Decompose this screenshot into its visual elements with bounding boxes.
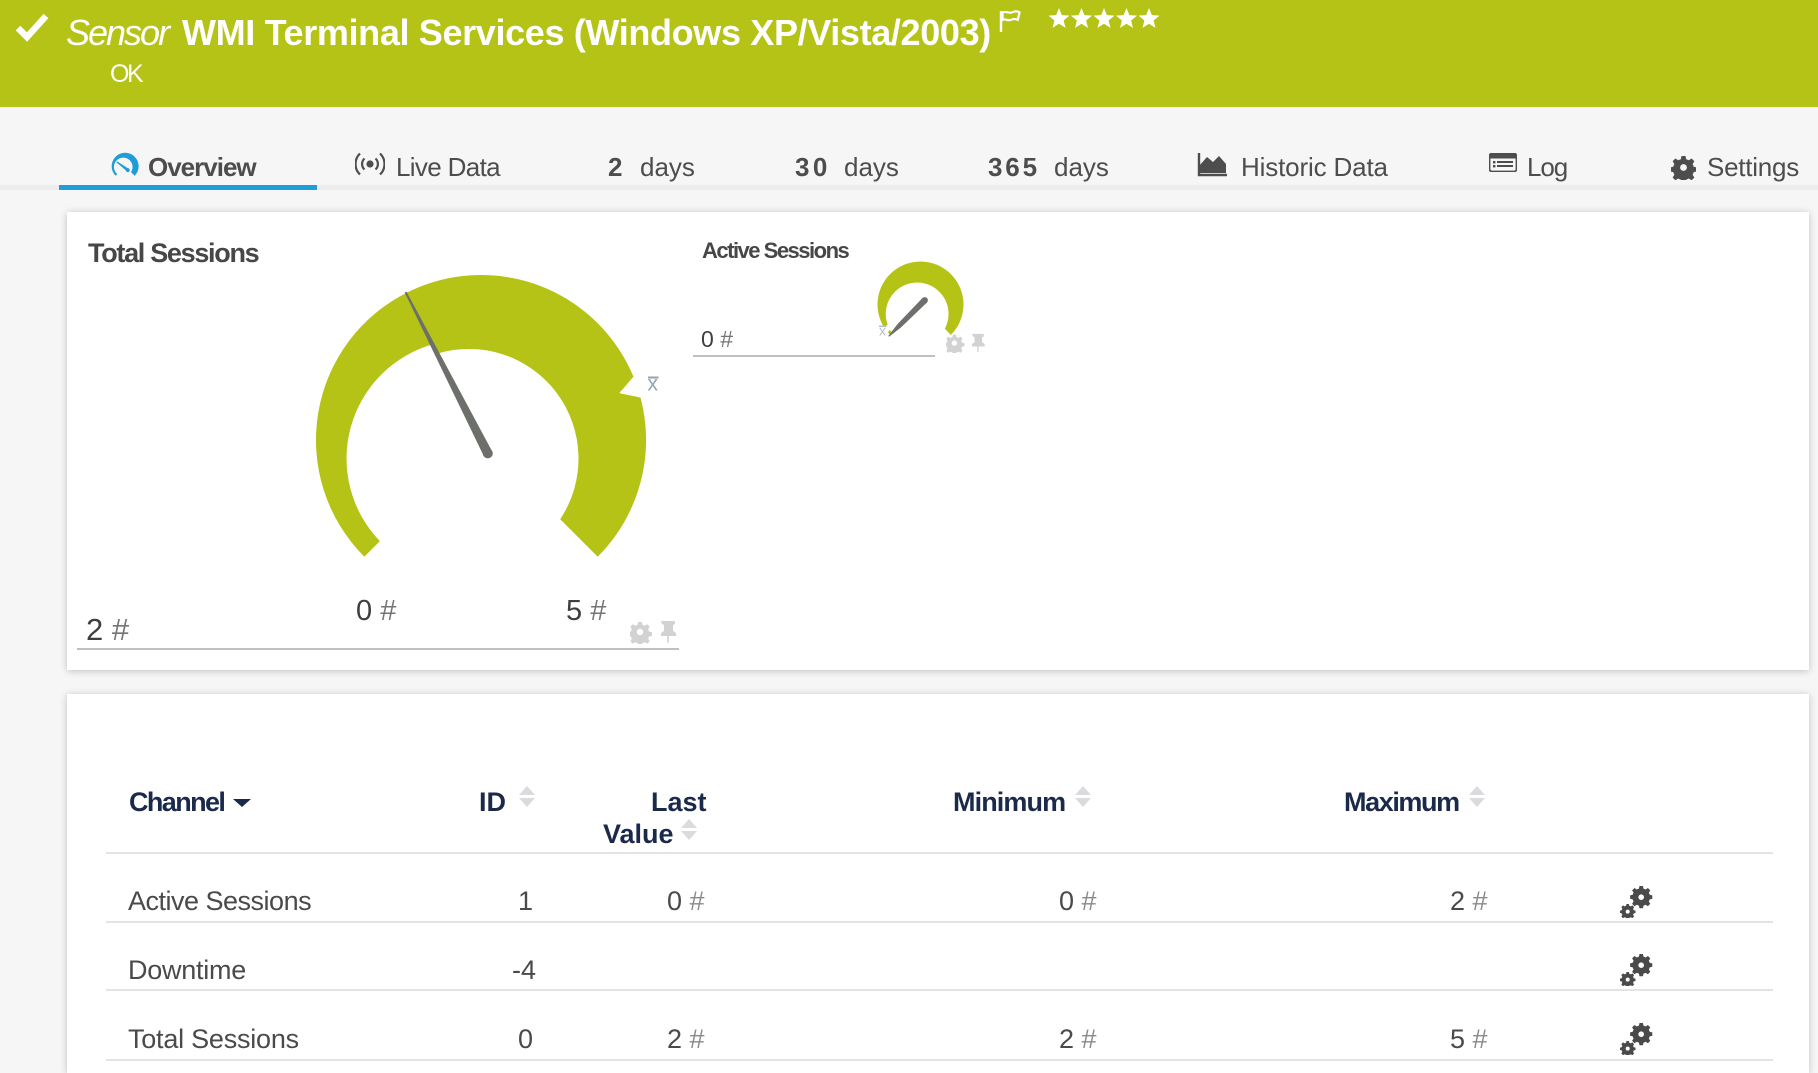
- svg-text:x: x: [879, 323, 886, 339]
- svg-text:x: x: [648, 373, 659, 396]
